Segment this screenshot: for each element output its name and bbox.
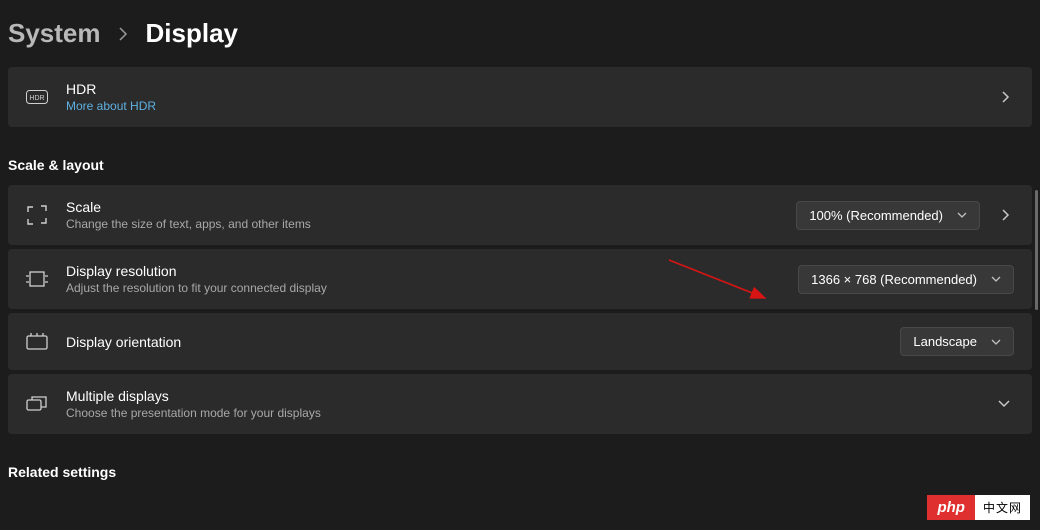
multiple-sub: Choose the presentation mode for your di… [66, 406, 976, 420]
chevron-down-icon [991, 339, 1001, 345]
multiple-displays-icon [26, 395, 48, 413]
orientation-dropdown[interactable]: Landscape [900, 327, 1014, 356]
breadcrumb-current: Display [146, 18, 239, 49]
hdr-more-link[interactable]: More about HDR [66, 99, 980, 113]
resolution-icon [26, 270, 48, 288]
scale-sub: Change the size of text, apps, and other… [66, 217, 778, 231]
resolution-card[interactable]: Display resolution Adjust the resolution… [8, 249, 1032, 309]
scale-title: Scale [66, 199, 778, 215]
watermark-right: 中文网 [975, 495, 1030, 520]
orientation-value: Landscape [913, 334, 977, 349]
resolution-title: Display resolution [66, 263, 780, 279]
chevron-down-icon [991, 276, 1001, 282]
chevron-down-icon [994, 400, 1014, 408]
resolution-dropdown[interactable]: 1366 × 768 (Recommended) [798, 265, 1014, 294]
hdr-card[interactable]: HDR HDR More about HDR [8, 67, 1032, 127]
watermark-left: php [927, 495, 975, 520]
chevron-right-icon [119, 27, 128, 41]
scrollbar[interactable] [1035, 190, 1038, 310]
chevron-right-icon [998, 209, 1014, 221]
orientation-icon [26, 333, 48, 351]
scale-card[interactable]: Scale Change the size of text, apps, and… [8, 185, 1032, 245]
orientation-title: Display orientation [66, 334, 882, 350]
breadcrumb-parent[interactable]: System [8, 18, 101, 49]
orientation-card[interactable]: Display orientation Landscape [8, 313, 1032, 370]
hdr-icon: HDR [26, 90, 48, 104]
scale-icon [26, 205, 48, 225]
section-scale-layout: Scale & layout [8, 131, 1032, 185]
scale-value: 100% (Recommended) [809, 208, 943, 223]
multiple-title: Multiple displays [66, 388, 976, 404]
resolution-sub: Adjust the resolution to fit your connec… [66, 281, 780, 295]
scale-dropdown[interactable]: 100% (Recommended) [796, 201, 980, 230]
chevron-down-icon [957, 212, 967, 218]
svg-text:HDR: HDR [29, 95, 44, 102]
hdr-title: HDR [66, 81, 980, 97]
breadcrumb: System Display [8, 8, 1032, 67]
chevron-right-icon [998, 91, 1014, 103]
watermark: php 中文网 [927, 495, 1030, 520]
section-related: Related settings [8, 438, 1032, 492]
resolution-value: 1366 × 768 (Recommended) [811, 272, 977, 287]
multiple-displays-card[interactable]: Multiple displays Choose the presentatio… [8, 374, 1032, 434]
